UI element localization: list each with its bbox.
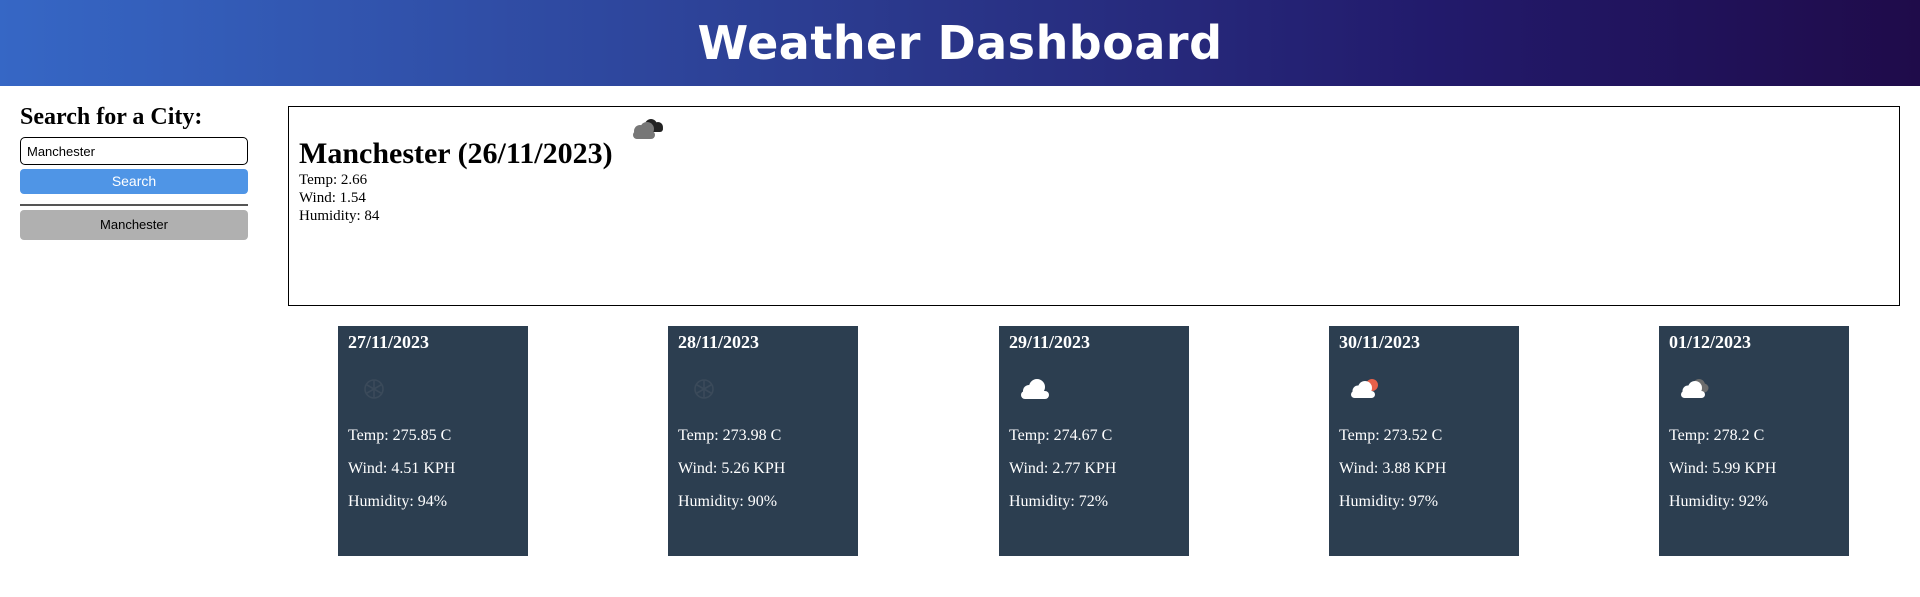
search-sidebar: Search for a City: Search Manchester bbox=[20, 104, 248, 240]
forecast-temp: Temp: 275.85 C bbox=[348, 427, 452, 444]
search-heading: Search for a City: bbox=[20, 104, 203, 130]
forecast-date: 30/11/2023 bbox=[1339, 332, 1421, 352]
forecast-wind: Wind: 2.77 KPH bbox=[1009, 460, 1117, 477]
history-city-button[interactable]: Manchester bbox=[20, 210, 248, 240]
snow-icon bbox=[694, 379, 714, 399]
current-temp: Temp: 2.66 bbox=[299, 172, 368, 188]
forecast-wind: Wind: 5.26 KPH bbox=[678, 460, 786, 477]
page-title: Weather Dashboard bbox=[697, 16, 1223, 70]
forecast-temp: Temp: 273.52 C bbox=[1339, 427, 1443, 444]
forecast-humidity: Humidity: 92% bbox=[1669, 493, 1769, 510]
sidebar-divider bbox=[20, 204, 248, 206]
forecast-wind: Wind: 5.99 KPH bbox=[1669, 460, 1777, 477]
forecast-humidity: Humidity: 72% bbox=[1009, 493, 1109, 510]
current-city-title: Manchester (26/11/2023) bbox=[299, 137, 613, 170]
cloud-icon bbox=[1021, 379, 1049, 399]
search-button[interactable]: Search bbox=[20, 169, 248, 194]
forecast-humidity: Humidity: 94% bbox=[348, 493, 448, 510]
forecast-card: 27/11/2023 Temp: 275.85 C Wind: 4.51 KPH… bbox=[338, 326, 528, 556]
city-search-input[interactable] bbox=[20, 137, 248, 165]
forecast-date: 28/11/2023 bbox=[678, 332, 760, 352]
forecast-temp: Temp: 278.2 C bbox=[1669, 427, 1765, 444]
forecast-date: 29/11/2023 bbox=[1009, 332, 1091, 352]
forecast-wind: Wind: 3.88 KPH bbox=[1339, 460, 1447, 477]
app-header: Weather Dashboard bbox=[0, 0, 1920, 86]
current-wind: Wind: 1.54 bbox=[299, 190, 366, 206]
forecast-humidity: Humidity: 97% bbox=[1339, 493, 1439, 510]
forecast-humidity: Humidity: 90% bbox=[678, 493, 778, 510]
cloud-sun-icon bbox=[1351, 379, 1378, 398]
forecast-temp: Temp: 273.98 C bbox=[678, 427, 782, 444]
current-humidity: Humidity: 84 bbox=[299, 208, 380, 224]
forecast-temp: Temp: 274.67 C bbox=[1009, 427, 1113, 444]
forecast-card: 30/11/2023 Temp: 273.52 C Wind: 3.88 KPH… bbox=[1329, 326, 1519, 556]
broken-clouds-icon bbox=[1681, 379, 1709, 398]
snow-icon bbox=[364, 379, 384, 399]
current-weather-panel: Manchester (26/11/2023) Temp: 2.66 Wind:… bbox=[288, 106, 1900, 306]
forecast-card: 01/12/2023 Temp: 278.2 C Wind: 5.99 KPH … bbox=[1659, 326, 1849, 556]
forecast-date: 01/12/2023 bbox=[1669, 332, 1752, 352]
forecast-card: 28/11/2023 Temp: 273.98 C Wind: 5.26 KPH… bbox=[668, 326, 858, 556]
forecast-date: 27/11/2023 bbox=[348, 332, 430, 352]
cloudy-dark-icon bbox=[632, 119, 663, 139]
forecast-wind: Wind: 4.51 KPH bbox=[348, 460, 456, 477]
forecast-card: 29/11/2023 Temp: 274.67 C Wind: 2.77 KPH… bbox=[999, 326, 1189, 556]
